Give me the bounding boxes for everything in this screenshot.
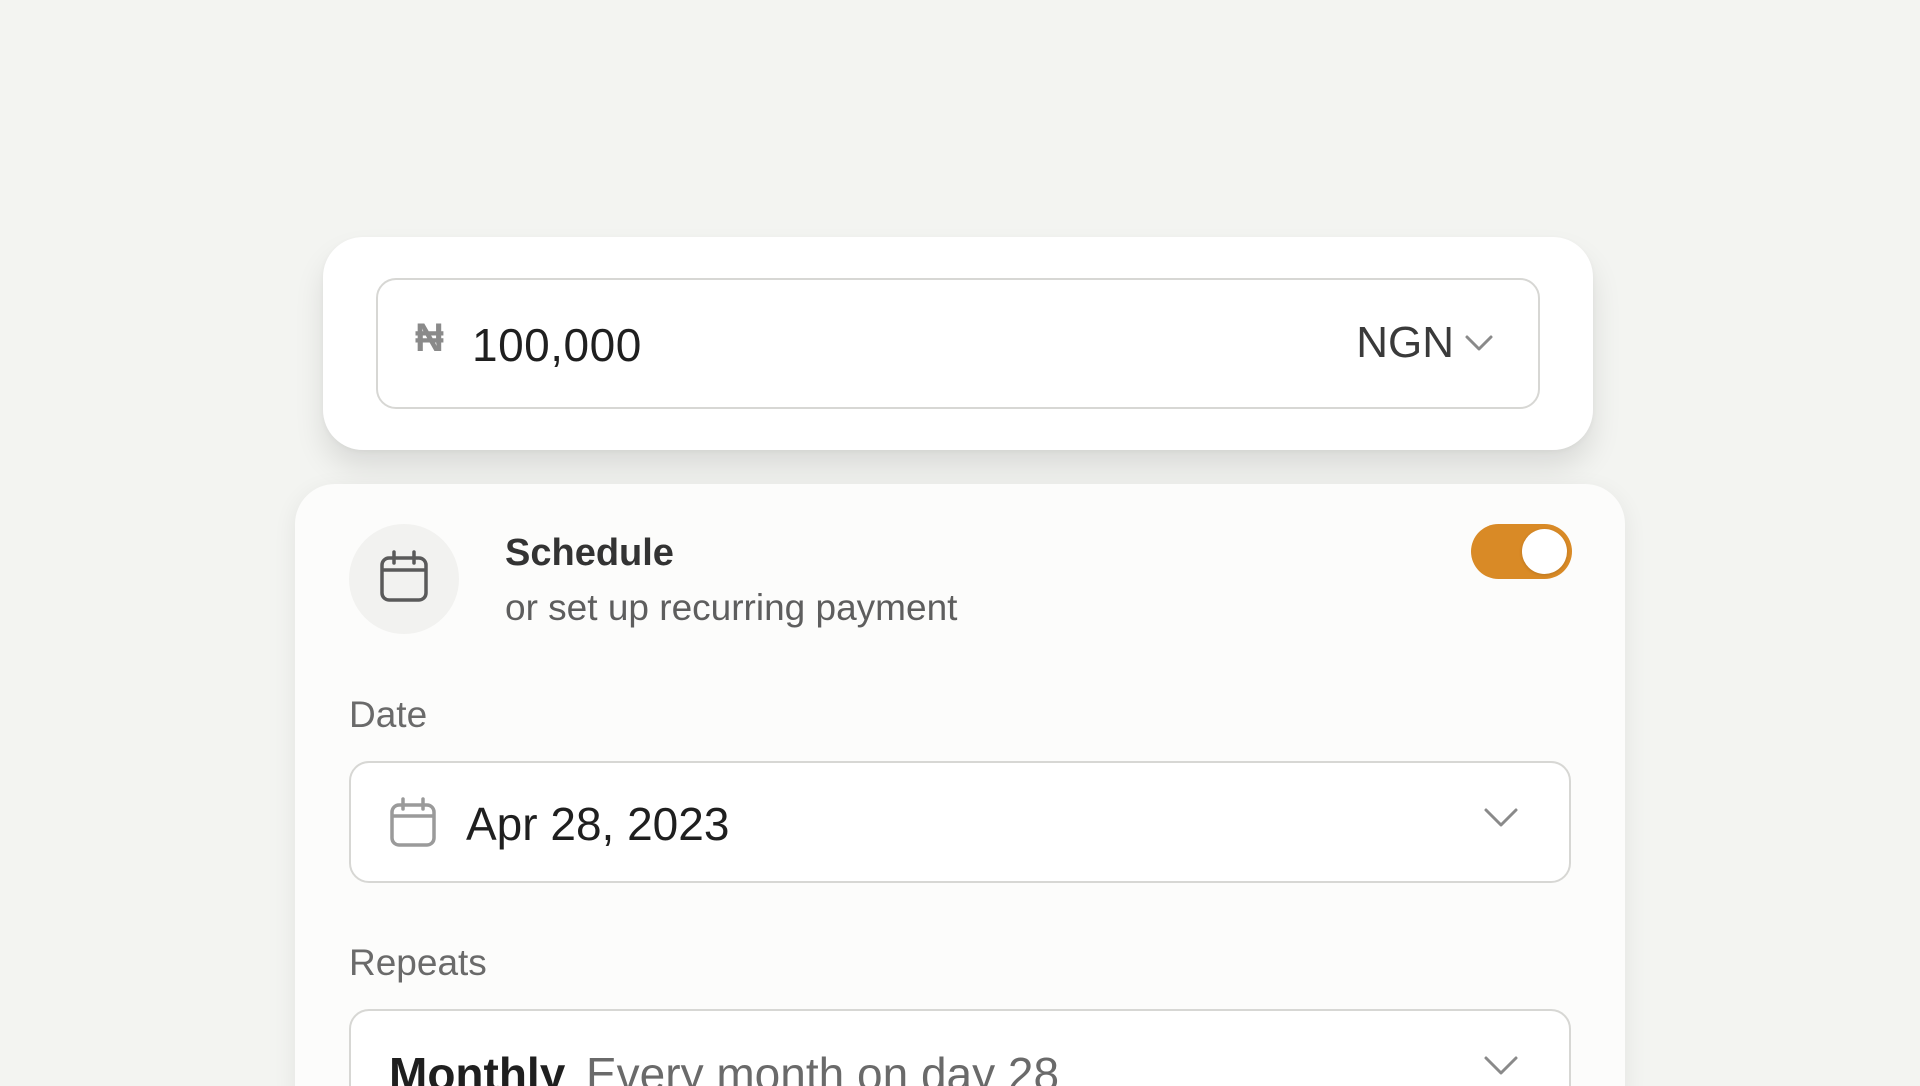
- chevron-down-icon: [1464, 334, 1494, 352]
- amount-card: ₦ 100,000 NGN: [323, 237, 1593, 450]
- repeats-secondary: Every month on day 28: [586, 1048, 1060, 1086]
- repeats-label: Repeats: [349, 942, 487, 983]
- amount-value[interactable]: 100,000: [472, 318, 642, 372]
- chevron-down-icon: [1483, 807, 1519, 834]
- repeats-primary: Monthly: [389, 1048, 566, 1086]
- currency-select[interactable]: NGN: [1356, 318, 1494, 368]
- schedule-title: Schedule: [505, 532, 674, 574]
- schedule-card: Schedule or set up recurring payment Dat…: [295, 484, 1625, 1086]
- currency-code: NGN: [1356, 318, 1454, 367]
- chevron-down-icon: [1483, 1055, 1519, 1082]
- repeats-select[interactable]: Monthly Every month on day 28: [349, 1009, 1571, 1086]
- toggle-knob: [1522, 529, 1567, 574]
- schedule-subtitle: or set up recurring payment: [505, 587, 958, 628]
- currency-symbol: ₦: [415, 316, 444, 360]
- calendar-icon: [379, 549, 429, 609]
- calendar-icon: [389, 797, 437, 854]
- date-picker[interactable]: Apr 28, 2023: [349, 761, 1571, 883]
- schedule-toggle[interactable]: [1471, 524, 1572, 579]
- date-value: Apr 28, 2023: [466, 798, 730, 850]
- payment-form-stage: ₦ 100,000 NGN Schedule or set up recurri…: [0, 0, 1920, 1086]
- date-label: Date: [349, 694, 428, 735]
- schedule-icon-badge: [349, 524, 459, 634]
- amount-input[interactable]: ₦ 100,000 NGN: [376, 278, 1540, 409]
